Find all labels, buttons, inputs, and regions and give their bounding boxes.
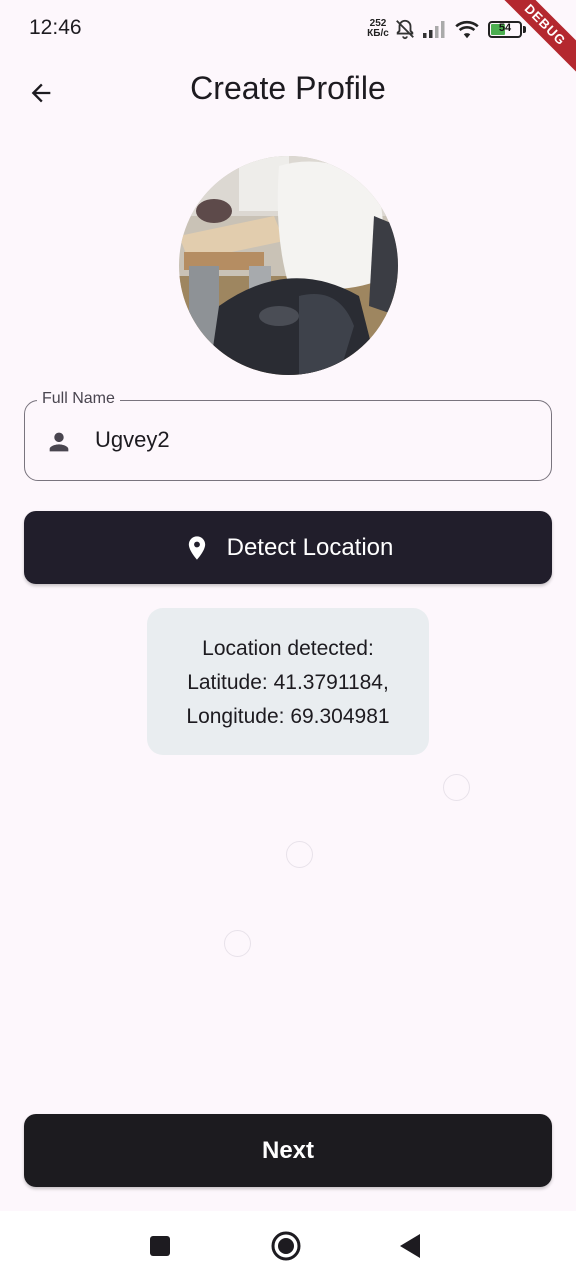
detect-location-button[interactable]: Detect Location: [24, 511, 552, 584]
system-nav-bar: [0, 1211, 576, 1280]
create-profile-screen: 12:46 252 КБ/с 54 DEBUG Create Profile F…: [0, 0, 576, 1280]
status-icons: 252 КБ/с 54: [366, 17, 526, 41]
battery-icon: 54: [488, 20, 522, 38]
profile-photo[interactable]: [179, 156, 398, 375]
status-time: 12:46: [29, 16, 82, 39]
battery-level: 54: [498, 21, 512, 34]
network-speed: 252 КБ/с: [366, 19, 390, 39]
longitude-text: Longitude: 69.304981: [186, 705, 390, 728]
location-status: Location detected:: [202, 637, 374, 660]
full-name-label: Full Name: [37, 390, 120, 408]
page-title: Create Profile: [190, 70, 386, 106]
latitude-text: Latitude: 41.3791184,: [187, 671, 389, 694]
profile-photo-image: [179, 156, 398, 375]
nav-back-button[interactable]: [393, 1229, 427, 1263]
mute-icon: [394, 18, 416, 40]
wifi-icon: [454, 18, 480, 40]
recents-button[interactable]: [143, 1229, 177, 1263]
network-speed-unit: КБ/с: [367, 28, 389, 39]
back-icon: [400, 1234, 420, 1258]
signal-icon: [422, 19, 448, 39]
decorative-ring: [224, 930, 251, 957]
status-bar: 12:46 252 КБ/с 54: [0, 0, 576, 58]
decorative-ring: [286, 841, 313, 868]
home-icon: [271, 1231, 301, 1261]
location-pin-icon: [188, 535, 205, 560]
full-name-input[interactable]: [95, 420, 525, 460]
next-button[interactable]: Next: [24, 1114, 552, 1187]
next-label: Next: [261, 1136, 315, 1164]
detect-location-label: Detect Location: [226, 533, 394, 561]
home-button[interactable]: [269, 1229, 303, 1263]
person-icon: [49, 432, 69, 452]
location-result-card: Location detected: Latitude: 41.3791184,…: [147, 608, 429, 755]
battery-tip: [523, 25, 526, 33]
decorative-ring: [443, 774, 470, 801]
full-name-field[interactable]: Full Name: [24, 390, 552, 481]
recents-icon: [150, 1236, 170, 1256]
